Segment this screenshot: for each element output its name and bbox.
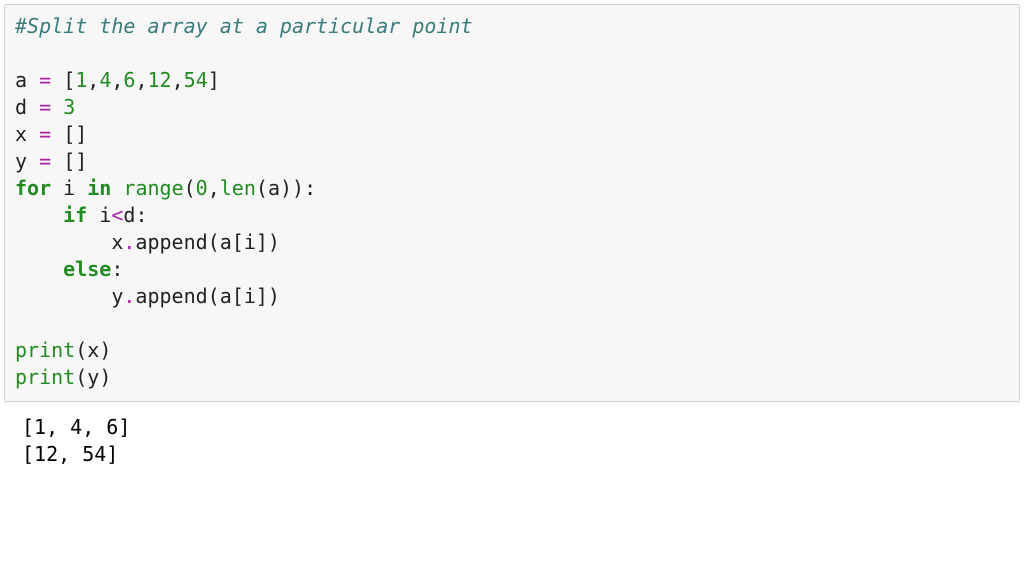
code-token: < xyxy=(111,203,123,227)
code-token: x xyxy=(87,338,99,362)
code-token: [ xyxy=(63,122,75,146)
code-token: i xyxy=(244,230,256,254)
code-token: , xyxy=(87,68,99,92)
code-token: . xyxy=(123,284,135,308)
code-token: i xyxy=(99,203,111,227)
code-token: ( xyxy=(256,176,268,200)
code-token: ( xyxy=(184,176,196,200)
code-token: range xyxy=(123,176,183,200)
code-token: ( xyxy=(75,338,87,362)
comment-line: #Split the array at a particular point xyxy=(15,14,473,38)
code-token xyxy=(87,203,99,227)
code-token xyxy=(27,149,39,173)
code-token: len xyxy=(220,176,256,200)
code-token: [ xyxy=(232,230,244,254)
code-token: x xyxy=(15,122,27,146)
code-token: y xyxy=(111,284,123,308)
code-token xyxy=(75,176,87,200)
code-token: a xyxy=(15,68,27,92)
code-token: : xyxy=(304,176,316,200)
code-token: for xyxy=(15,176,51,200)
code-token: print xyxy=(15,338,75,362)
code-token: a xyxy=(220,230,232,254)
code-token: x xyxy=(111,230,123,254)
output-line: [1, 4, 6] xyxy=(22,415,130,439)
code-token: ) xyxy=(99,365,111,389)
code-token: , xyxy=(135,68,147,92)
code-input-cell[interactable]: #Split the array at a particular point a… xyxy=(4,4,1020,402)
code-token xyxy=(15,257,63,281)
code-token: else xyxy=(63,257,111,281)
code-token: = xyxy=(39,122,51,146)
code-token xyxy=(15,203,63,227)
code-token: [ xyxy=(63,149,75,173)
code-token: [ xyxy=(63,68,75,92)
code-token: append xyxy=(135,230,207,254)
code-token: d xyxy=(15,95,27,119)
code-token: = xyxy=(39,149,51,173)
code-token: ( xyxy=(208,230,220,254)
code-token: , xyxy=(172,68,184,92)
code-token: ] xyxy=(256,230,268,254)
code-token: y xyxy=(87,365,99,389)
code-token: y xyxy=(15,149,27,173)
code-token xyxy=(15,284,111,308)
code-token: 3 xyxy=(63,95,75,119)
code-token xyxy=(51,95,63,119)
code-token xyxy=(51,68,63,92)
code-token: , xyxy=(208,176,220,200)
code-output-cell: [1, 4, 6] [12, 54] xyxy=(4,412,1020,474)
code-token xyxy=(51,122,63,146)
code-token: 12 xyxy=(148,68,172,92)
output-line: [12, 54] xyxy=(22,442,118,466)
code-token: [ xyxy=(232,284,244,308)
code-token: ) xyxy=(268,284,280,308)
code-token xyxy=(51,176,63,200)
code-token: . xyxy=(123,230,135,254)
code-token: i xyxy=(244,284,256,308)
code-token: 54 xyxy=(184,68,208,92)
code-token: ) xyxy=(268,230,280,254)
code-token: = xyxy=(39,68,51,92)
code-token: a xyxy=(220,284,232,308)
code-token: 6 xyxy=(123,68,135,92)
code-token: ] xyxy=(208,68,220,92)
code-token: ] xyxy=(75,149,87,173)
code-token xyxy=(111,176,123,200)
code-token: = xyxy=(39,95,51,119)
code-token: , xyxy=(111,68,123,92)
code-token: ] xyxy=(75,122,87,146)
code-token xyxy=(51,149,63,173)
code-token: in xyxy=(87,176,111,200)
code-token: append xyxy=(135,284,207,308)
code-token: 0 xyxy=(196,176,208,200)
code-token: : xyxy=(135,203,147,227)
code-token xyxy=(27,122,39,146)
code-token: ] xyxy=(256,284,268,308)
code-token xyxy=(27,68,39,92)
code-token xyxy=(27,95,39,119)
code-token: d xyxy=(123,203,135,227)
code-token xyxy=(15,230,111,254)
code-token: ) xyxy=(280,176,292,200)
code-token: ) xyxy=(292,176,304,200)
code-token: ( xyxy=(208,284,220,308)
code-token: if xyxy=(63,203,87,227)
code-token: ( xyxy=(75,365,87,389)
code-token: ) xyxy=(99,338,111,362)
code-token: 1 xyxy=(75,68,87,92)
code-token: 4 xyxy=(99,68,111,92)
code-token: i xyxy=(63,176,75,200)
code-token: print xyxy=(15,365,75,389)
code-token: a xyxy=(268,176,280,200)
code-token: : xyxy=(111,257,123,281)
